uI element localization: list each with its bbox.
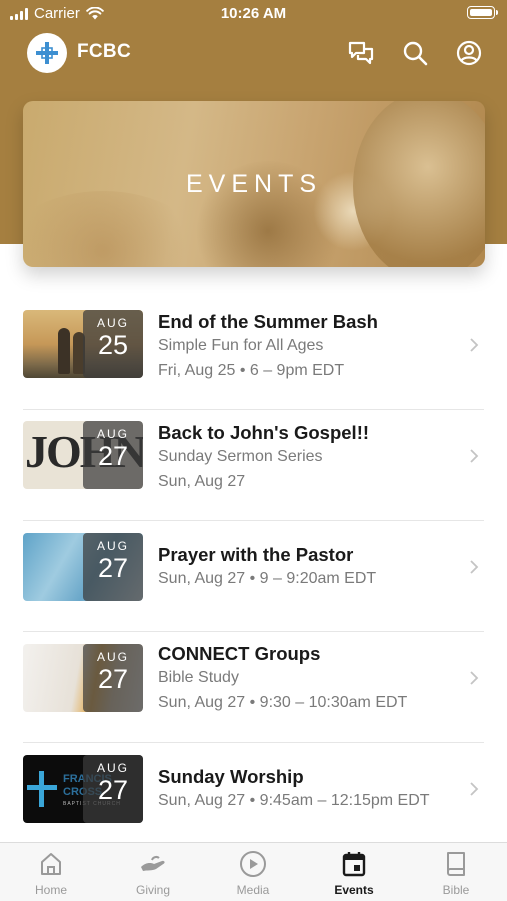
search-button[interactable] — [399, 38, 431, 68]
date-day: 25 — [97, 330, 129, 360]
tab-label: Media — [236, 883, 270, 897]
tab-events[interactable]: Events — [314, 849, 394, 897]
event-row[interactable]: AUG 25 End of the Summer Bash Simple Fun… — [0, 300, 507, 410]
chevron-right-icon — [470, 671, 479, 685]
account-icon — [456, 40, 482, 66]
chevron-right-icon — [470, 449, 479, 463]
bible-icon — [447, 852, 465, 876]
cross-logo-icon — [27, 771, 57, 807]
chat-icon — [348, 41, 374, 65]
event-datetime: Fri, Aug 25 • 6 – 9pm EDT — [158, 362, 345, 379]
app-actions — [345, 38, 485, 68]
row-divider — [23, 409, 484, 410]
event-thumbnail: AUG 27 — [23, 533, 143, 601]
bottom-tab-bar: Home Giving Media Events Bible — [0, 842, 507, 901]
date-badge: AUG 27 — [83, 644, 143, 712]
event-title: End of the Summer Bash — [158, 311, 378, 332]
event-datetime: Sun, Aug 27 • 9:45am – 12:15pm EDT — [158, 792, 430, 809]
church-logo[interactable] — [27, 33, 67, 73]
event-subtitle: Sunday Sermon Series — [158, 448, 323, 465]
row-divider — [23, 520, 484, 521]
tab-label: Giving — [135, 883, 170, 897]
date-day: 27 — [97, 664, 129, 694]
search-icon — [403, 41, 428, 66]
status-time: 10:26 AM — [220, 5, 287, 22]
events-hero-banner: EVENTS — [23, 101, 485, 267]
status-right — [467, 6, 498, 19]
chevron-right-icon — [470, 338, 479, 352]
app-title: FCBC — [77, 41, 131, 62]
tab-label: Events — [334, 883, 374, 897]
tab-label: Home — [34, 883, 67, 897]
tab-label: Bible — [442, 883, 470, 897]
calendar-icon — [342, 852, 366, 877]
event-datetime: Sun, Aug 27 — [158, 473, 246, 490]
battery-icon — [467, 6, 498, 19]
date-month: AUG — [96, 316, 129, 330]
row-divider — [23, 631, 484, 632]
event-title: Back to John's Gospel!! — [158, 422, 370, 443]
event-row[interactable]: JOHN AUG 27 Back to John's Gospel!! Sund… — [0, 411, 507, 521]
date-month: AUG — [96, 761, 129, 775]
event-row[interactable]: AUG 27 CONNECT Groups Bible Study Sun, A… — [0, 633, 507, 743]
chevron-right-icon — [470, 560, 479, 574]
media-icon — [240, 851, 266, 877]
chevron-right-icon — [470, 782, 479, 796]
event-row[interactable]: AUG 27 Prayer with the Pastor Sun, Aug 2… — [0, 522, 507, 632]
tab-home[interactable]: Home — [11, 849, 91, 897]
date-badge: AUG 27 — [83, 533, 143, 601]
date-month: AUG — [96, 427, 129, 441]
event-subtitle: Simple Fun for All Ages — [158, 337, 324, 354]
event-datetime: Sun, Aug 27 • 9 – 9:20am EDT — [158, 570, 377, 587]
date-day: 27 — [97, 441, 129, 471]
date-day: 27 — [97, 775, 129, 805]
event-thumbnail: FRANCIS CROSS BAPTIST CHURCH AUG 27 — [23, 755, 143, 823]
event-title: Sunday Worship — [158, 766, 304, 787]
status-bar: Carrier 10:26 AM — [0, 0, 507, 28]
date-day: 27 — [97, 553, 129, 583]
event-row[interactable]: FRANCIS CROSS BAPTIST CHURCH AUG 27 Sund… — [0, 744, 507, 854]
date-badge: AUG 25 — [83, 310, 143, 378]
home-icon — [41, 853, 61, 875]
date-badge: AUG 27 — [83, 755, 143, 823]
event-title: CONNECT Groups — [158, 643, 321, 664]
date-month: AUG — [96, 539, 129, 553]
event-datetime: Sun, Aug 27 • 9:30 – 10:30am EDT — [158, 694, 408, 711]
date-month: AUG — [96, 650, 129, 664]
tab-media[interactable]: Media — [213, 849, 293, 897]
profile-button[interactable] — [453, 38, 485, 68]
event-thumbnail: AUG 27 — [23, 644, 143, 712]
hero-title: EVENTS — [185, 170, 323, 198]
event-subtitle: Bible Study — [158, 669, 239, 686]
hero-photo-shape — [23, 191, 203, 267]
cross-logo-icon — [36, 42, 58, 64]
messages-button[interactable] — [345, 38, 377, 68]
date-badge: AUG 27 — [83, 421, 143, 489]
row-divider — [23, 742, 484, 743]
giving-icon — [141, 855, 165, 871]
event-title: Prayer with the Pastor — [158, 544, 354, 565]
tab-giving[interactable]: Giving — [113, 849, 193, 897]
event-thumbnail: AUG 25 — [23, 310, 143, 378]
tab-bible[interactable]: Bible — [416, 849, 496, 897]
event-thumbnail: JOHN AUG 27 — [23, 421, 143, 489]
app-bar: FCBC — [0, 32, 507, 74]
